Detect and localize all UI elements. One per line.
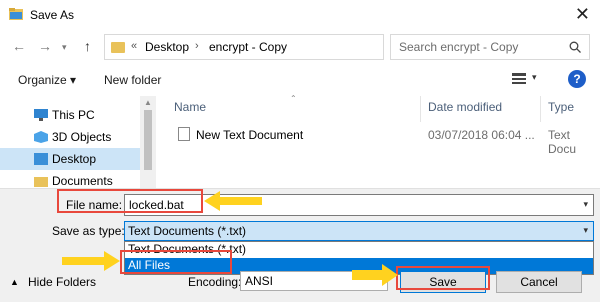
save-as-type-select[interactable]: Text Documents (*.txt) ▾ [124, 221, 594, 241]
sidebar-item-documents[interactable]: Documents [0, 170, 140, 188]
file-name-field[interactable]: locked.bat ▾ [124, 194, 594, 216]
save-as-type-label: Save as type: [52, 224, 125, 238]
save-as-type-value: Text Documents (*.txt) [128, 224, 247, 238]
title-bar: Save As ✕ [0, 0, 600, 30]
save-button[interactable]: Save [400, 271, 486, 293]
save-as-type-options: Text Documents (*.txt) All Files [124, 241, 594, 275]
forward-arrow-icon[interactable]: → [38, 38, 52, 54]
column-header-type[interactable]: Type [548, 100, 574, 114]
notepad-icon [9, 8, 23, 20]
encoding-label: Encoding: [188, 275, 242, 289]
back-arrow-icon[interactable]: ← [12, 38, 26, 54]
address-bar[interactable]: « Desktop › encrypt - Copy ▾ ↻ [104, 34, 481, 60]
sidebar-item-this-pc[interactable]: This PC [0, 104, 140, 126]
help-icon[interactable]: ? [568, 70, 586, 88]
sidebar-item-3d-objects[interactable]: 3D Objects [0, 126, 140, 148]
computer-icon [34, 109, 48, 121]
file-name-label: File name: [66, 198, 123, 212]
sidebar-item-desktop[interactable]: Desktop [0, 148, 140, 170]
breadcrumb-desktop[interactable]: Desktop [145, 40, 189, 54]
file-type-cell: Text Docu [548, 128, 577, 156]
chevron-up-icon[interactable]: ▲ [10, 277, 19, 287]
sort-ascending-icon: ⌃ [290, 94, 297, 103]
organize-button[interactable]: Organize ▾ [18, 73, 76, 87]
chevron-down-icon[interactable]: ▾ [583, 199, 588, 210]
save-form: File name: locked.bat ▾ Save as type: Te… [0, 188, 600, 302]
option-text-documents[interactable]: Text Documents (*.txt) [125, 242, 593, 258]
close-icon[interactable]: ✕ [575, 4, 590, 25]
scrollbar-thumb[interactable] [144, 110, 152, 170]
text-file-icon [178, 127, 190, 141]
column-header-date[interactable]: Date modified [428, 100, 502, 114]
hide-folders-button[interactable]: Hide Folders [28, 275, 96, 289]
desktop-icon [34, 153, 48, 165]
breadcrumb-separator: › [195, 40, 199, 52]
search-input[interactable]: Search encrypt - Copy [390, 34, 590, 60]
folder-icon [34, 177, 48, 187]
column-divider[interactable] [540, 96, 541, 122]
search-placeholder: Search encrypt - Copy [399, 40, 519, 54]
encoding-select[interactable]: ANSI [240, 271, 388, 291]
view-dropdown-icon[interactable]: ▾ [532, 72, 537, 83]
column-header-name[interactable]: Name [174, 100, 206, 114]
encoding-value: ANSI [245, 274, 274, 288]
navigation-pane: This PC 3D Objects Desktop Documents [0, 96, 140, 188]
sidebar-item-label: 3D Objects [52, 130, 112, 144]
file-date-cell: 03/07/2018 06:04 ... [428, 128, 535, 142]
command-bar: Organize ▾ New folder ▾ ? [0, 64, 600, 96]
address-row: ← → ▾ ↑ « Desktop › encrypt - Copy ▾ ↻ S… [0, 30, 600, 64]
up-arrow-icon[interactable]: ↑ [84, 38, 91, 54]
cancel-button[interactable]: Cancel [496, 271, 582, 293]
sidebar-item-label: Documents [52, 174, 113, 188]
search-icon [569, 41, 581, 53]
file-list: ⌃ Name Date modified Type New Text Docum… [158, 94, 600, 188]
sidebar-item-label: Desktop [52, 152, 97, 166]
sidebar-item-label: This PC [52, 108, 95, 122]
file-name-value: locked.bat [129, 198, 184, 212]
overflow-chevron[interactable]: « [131, 40, 137, 52]
breadcrumb-encrypt-copy[interactable]: encrypt - Copy [209, 40, 287, 54]
recent-dropdown-icon[interactable]: ▾ [62, 42, 67, 53]
chevron-down-icon[interactable]: ▾ [583, 225, 588, 236]
file-name-cell: New Text Document [196, 128, 304, 142]
folder-icon [111, 42, 125, 53]
window-title: Save As [30, 8, 75, 22]
nav-scrollbar[interactable]: ▲ [140, 96, 156, 188]
column-divider[interactable] [420, 96, 421, 122]
scroll-up-icon[interactable]: ▲ [144, 98, 152, 107]
new-folder-button[interactable]: New folder [104, 73, 161, 87]
table-row[interactable]: New Text Document 03/07/2018 06:04 ... T… [158, 124, 600, 156]
cube-icon [34, 131, 48, 143]
view-options-icon[interactable] [512, 73, 526, 85]
